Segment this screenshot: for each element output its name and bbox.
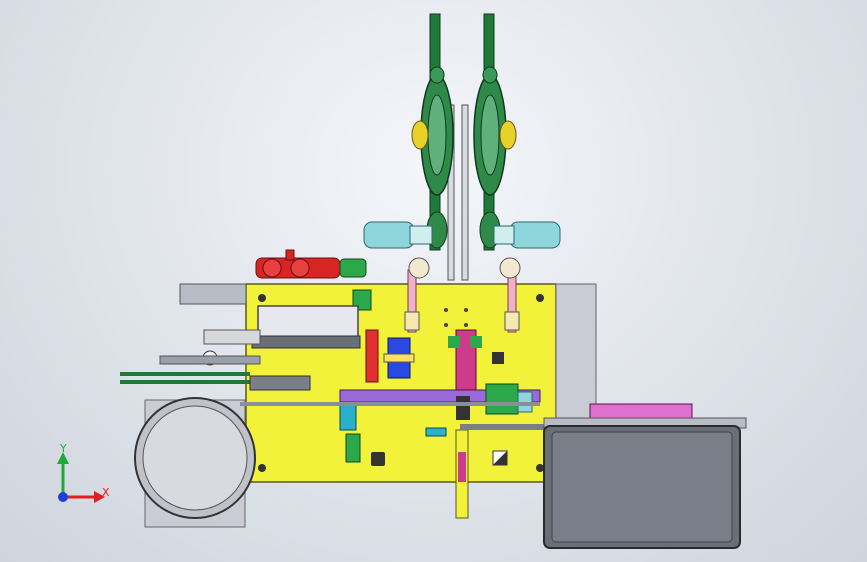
cad-viewport[interactable]: Y X <box>0 0 867 562</box>
axis-triad: Y X <box>57 442 110 503</box>
collection-bin <box>543 403 747 549</box>
material-drum <box>134 397 256 528</box>
pulley-tower <box>363 13 561 281</box>
z-axis-dot <box>58 492 68 502</box>
right-pulley <box>473 66 517 196</box>
machine-assembly-drawing: Y X <box>57 13 747 549</box>
left-cylinder <box>363 221 433 249</box>
x-axis-label: X <box>102 486 110 499</box>
red-valve <box>255 249 367 279</box>
y-axis-label: Y <box>59 442 67 455</box>
left-pulley <box>411 66 454 196</box>
right-cylinder <box>493 221 561 249</box>
